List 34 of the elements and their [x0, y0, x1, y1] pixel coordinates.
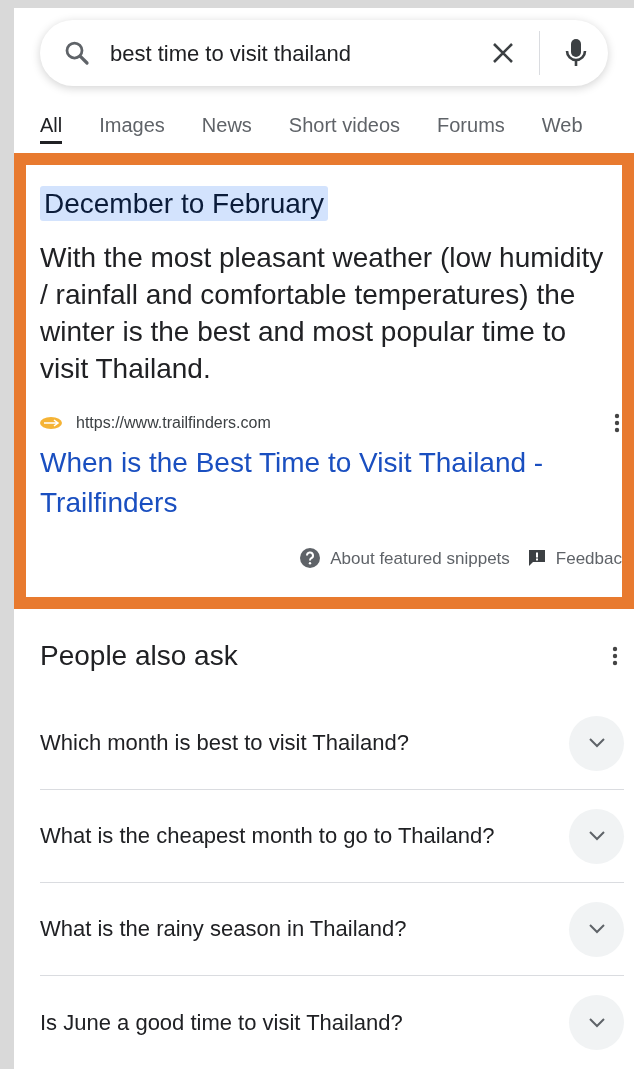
question-text: What is the rainy season in Thailand?	[40, 915, 408, 943]
about-snippets-link[interactable]: About featured snippets	[330, 545, 510, 571]
section-title: People also ask	[40, 639, 238, 673]
search-field[interactable]: best time to visit thailand	[40, 20, 608, 86]
tab[interactable]: Short videos	[288, 110, 400, 144]
site-logo-icon	[40, 416, 62, 429]
question-text: Which month is best to visit Thailand?	[40, 729, 410, 757]
answer-highlight: December to February	[40, 185, 329, 221]
source-url[interactable]: https://www.trailfinders.com	[76, 410, 614, 435]
chevron-icon	[588, 738, 605, 748]
tab[interactable]: Forums	[437, 110, 505, 144]
feedback-link[interactable]: Feedbac	[555, 545, 622, 571]
result-link[interactable]: When is the Best Time to Visit Thailand - Trailfinders	[40, 442, 608, 523]
chevron-icon	[588, 924, 605, 934]
question-text: What is the cheapest month to go to Thailand?	[40, 822, 496, 850]
question-row[interactable]: Which month is best to visit Thailand?	[40, 697, 624, 790]
question-row[interactable]: Is June a good time to visit Thailand?	[40, 976, 624, 1069]
chevron-icon	[588, 831, 605, 841]
more-options-icon[interactable]	[612, 646, 618, 666]
search-input[interactable]: best time to visit thailand	[110, 36, 483, 70]
microphone-icon[interactable]	[564, 37, 588, 69]
tab[interactable]: Images	[99, 110, 165, 144]
tab[interactable]: Web	[541, 110, 583, 144]
close-icon[interactable]	[491, 41, 515, 65]
question-text: Is June a good time to visit Thailand?	[40, 1008, 404, 1037]
snippet-text: With the most pleasant weather (low humidity / rainfall and comfortable temperatures) the winter is the best and most popular time to visit Thailand.	[40, 240, 605, 386]
chevron-icon	[588, 1017, 605, 1028]
tab[interactable]: News	[201, 110, 252, 144]
help-icon	[300, 548, 321, 569]
tab[interactable]: All	[40, 110, 63, 144]
more-options-icon[interactable]	[614, 412, 620, 433]
feedback-icon	[527, 549, 546, 568]
question-row[interactable]: What is the rainy season in Thailand?	[40, 883, 624, 976]
question-row[interactable]: What is the cheapest month to go to Thailand?	[40, 790, 624, 883]
